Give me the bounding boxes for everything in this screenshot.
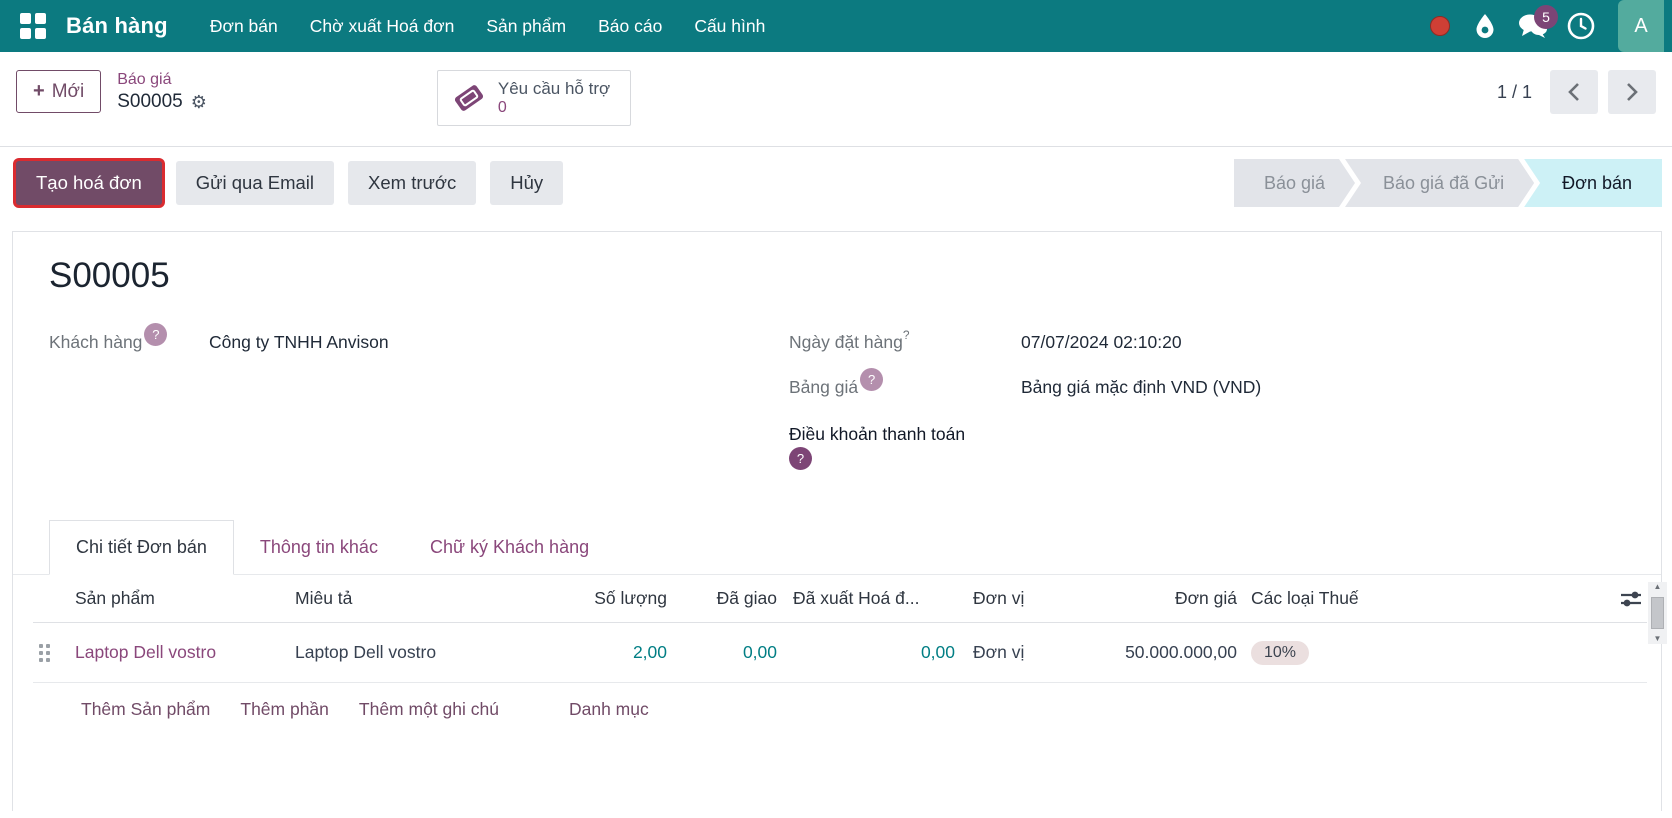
header-taxes[interactable]: Các loại Thuế [1237,588,1409,609]
right-field-column: Ngày đặt hàng? 07/07/2024 02:10:20 Bảng … [789,328,1261,492]
chevron-left-icon [1568,83,1579,101]
breadcrumb-current: S00005 [117,91,183,112]
tab-other-info[interactable]: Thông tin khác [234,521,404,574]
app-name[interactable]: Bán hàng [66,13,168,39]
pager-value: 1 / 1 [1496,81,1532,102]
scroll-up-icon[interactable]: ▲ [1654,583,1662,591]
preview-button[interactable]: Xem trước [348,161,477,205]
order-date-label: Ngày đặt hàng [789,332,903,352]
breadcrumb-parent[interactable]: Báo giá [117,70,207,90]
menu-bao-cao[interactable]: Báo cáo [586,2,674,51]
header-product[interactable]: Sản phẩm [75,588,295,609]
action-bar: Tạo hoá đơn Gửi qua Email Xem trước Hủy … [0,146,1672,221]
cell-description[interactable]: Laptop Dell vostro [295,642,567,663]
header-unit-price[interactable]: Đơn giá [1077,588,1237,609]
header-description[interactable]: Miêu tả [295,588,567,609]
apps-grid-icon[interactable] [20,13,46,39]
support-label: Yêu cầu hỗ trợ [497,79,611,98]
ticket-icon [454,85,483,112]
status-step-quotation-sent[interactable]: Báo giá đã Gửi [1345,159,1534,207]
activities-icon[interactable] [1466,7,1504,45]
scrollbar-thumb[interactable] [1651,597,1664,629]
control-panel: + Mới Báo giá S00005 ⚙ Yêu cầu hỗ trợ 0 … [0,52,1672,146]
breadcrumb: Báo giá S00005 ⚙ [117,70,207,115]
tab-customer-signature[interactable]: Chữ ký Khách hàng [404,521,615,574]
form-fields: Khách hàng? Công ty TNHH Anvison Ngày đặ… [13,296,1661,492]
header-delivered[interactable]: Đã giao [667,588,777,609]
line-footer-links: Thêm Sản phẩm Thêm phần Thêm một ghi chú… [33,683,1647,720]
plus-icon: + [33,80,45,102]
header-quantity[interactable]: Số lượng [567,588,667,609]
main-menu: Đơn bán Chờ xuất Hoá đơn Sản phẩm Báo cá… [198,2,778,51]
header-unit[interactable]: Đơn vị [955,588,1077,609]
cell-unit-price[interactable]: 50.000.000,00 [1077,642,1237,663]
messages-icon[interactable]: 5 [1514,5,1558,45]
cell-invoiced[interactable]: 0,00 [777,642,955,663]
add-section-link[interactable]: Thêm phần [240,699,329,720]
notebook-tabs: Chi tiết Đơn bán Thông tin khác Chữ ký K… [13,520,1661,575]
cell-product-link[interactable]: Laptop Dell vostro [75,642,295,663]
pricelist-value[interactable]: Bảng giá mặc định VND (VND) [1021,377,1261,398]
recording-indicator-icon [1430,16,1450,36]
table-header-row: Sản phẩm Miêu tả Số lượng Đã giao Đã xuấ… [33,575,1647,623]
cell-delivered[interactable]: 0,00 [667,642,777,663]
tax-badge[interactable]: 10% [1251,640,1310,665]
add-product-link[interactable]: Thêm Sản phẩm [81,699,210,720]
support-count: 0 [497,99,507,117]
support-request-button[interactable]: Yêu cầu hỗ trợ 0 [436,70,632,127]
order-date-value[interactable]: 07/07/2024 02:10:20 [1021,332,1182,353]
pricelist-help-icon[interactable]: ? [860,368,884,391]
top-navbar: Bán hàng Đơn bán Chờ xuất Hoá đơn Sản ph… [0,0,1672,52]
new-record-button[interactable]: + Mới [16,70,102,113]
send-by-email-button[interactable]: Gửi qua Email [175,161,335,205]
menu-cau-hinh[interactable]: Cấu hình [682,2,777,51]
status-step-sales-order[interactable]: Đơn bán [1524,159,1662,207]
gear-icon[interactable]: ⚙ [191,91,207,114]
payment-terms-label: Điều khoản thanh toán [789,424,966,444]
menu-don-ban[interactable]: Đơn bán [198,2,290,51]
scroll-down-icon[interactable]: ▼ [1654,635,1662,643]
create-invoice-button[interactable]: Tạo hoá đơn [16,161,162,205]
customer-link[interactable]: Công ty TNHH Anvison [209,332,389,353]
payment-terms-help-icon[interactable]: ? [789,447,812,470]
cell-quantity[interactable]: 2,00 [567,642,667,663]
pager: 1 / 1 [1497,70,1656,114]
cancel-button[interactable]: Hủy [490,161,564,205]
chevron-right-icon [1627,83,1638,101]
customer-label: Khách hàng [49,332,143,352]
vertical-scrollbar[interactable]: ▲ ▼ [1648,582,1667,644]
user-avatar[interactable]: A [1618,0,1664,52]
order-lines-table: Sản phẩm Miêu tả Số lượng Đã giao Đã xuấ… [13,575,1661,720]
pager-previous-button[interactable] [1550,70,1598,114]
customer-help-icon[interactable]: ? [144,323,168,346]
left-field-column: Khách hàng? Công ty TNHH Anvison [49,323,789,492]
menu-cho-xuat-hoa-don[interactable]: Chờ xuất Hoá đơn [298,2,467,51]
order-title: S00005 [49,256,170,295]
statusbar: Báo giá Báo giá đã Gửi Đơn bán [1234,159,1662,207]
header-invoiced[interactable]: Đã xuất Hoá đ... [777,588,955,609]
order-date-help-icon[interactable]: ? [903,328,910,342]
status-step-quotation[interactable]: Báo giá [1234,159,1355,207]
drag-handle-icon[interactable] [39,643,50,662]
navbar-right: 5 A [1430,0,1664,52]
clock-icon[interactable] [1562,7,1600,45]
new-button-label: Mới [51,80,85,102]
catalog-link[interactable]: Danh mục [569,699,649,720]
form-sheet: S00005 Khách hàng? Công ty TNHH Anvison … [12,231,1667,811]
messages-count-badge: 5 [1534,5,1558,29]
optional-columns-icon[interactable] [1619,588,1643,610]
pricelist-label: Bảng giá [789,377,859,397]
add-note-link[interactable]: Thêm một ghi chú [359,699,499,720]
menu-san-pham[interactable]: Sản phẩm [474,2,578,51]
cell-unit[interactable]: Đơn vị [955,642,1077,663]
tab-order-lines[interactable]: Chi tiết Đơn bán [49,520,234,575]
order-line-row[interactable]: Laptop Dell vostro Laptop Dell vostro 2,… [33,623,1647,683]
pager-next-button[interactable] [1608,70,1656,114]
